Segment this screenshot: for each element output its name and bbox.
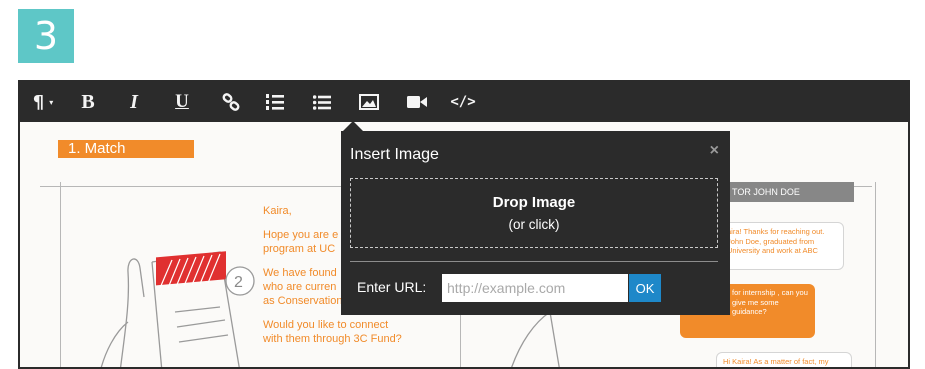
match-tab: 1. Match <box>58 140 194 158</box>
dropzone-subtitle: (or click) <box>508 217 560 232</box>
ok-button[interactable]: OK <box>629 274 661 302</box>
image-url-input[interactable] <box>442 274 628 302</box>
ordered-list-button[interactable] <box>262 82 288 122</box>
link-button[interactable] <box>218 82 244 122</box>
chat-bubble: aira! Thanks for reaching out. John Doe,… <box>720 222 844 270</box>
mentor-chat-header: TOR JOHN DOE <box>718 182 854 202</box>
insert-image-popup: Insert Image × Drop Image (or click) Ent… <box>341 131 730 315</box>
italic-button[interactable]: I <box>121 82 147 122</box>
underline-button[interactable]: U <box>169 82 195 122</box>
letter-line: with them through 3C Fund? <box>263 333 402 345</box>
paragraph-format-dropdown[interactable]: ¶ ▾ <box>26 82 60 122</box>
insert-video-button[interactable] <box>404 82 430 122</box>
url-label: Enter URL: <box>357 279 427 295</box>
phone-sketch-illustration: 2 <box>100 251 255 367</box>
image-icon <box>359 94 379 110</box>
popup-divider <box>350 261 718 262</box>
unordered-list-icon <box>313 94 331 110</box>
dropzone-title: Drop Image <box>492 194 576 211</box>
unordered-list-button[interactable] <box>309 82 335 122</box>
insert-image-button[interactable] <box>356 82 382 122</box>
close-icon[interactable]: × <box>710 142 719 160</box>
letter-line: Would you like to connect <box>263 319 389 331</box>
chevron-down-icon: ▾ <box>49 97 54 107</box>
bold-button[interactable]: B <box>75 82 101 122</box>
sketch-frame-line <box>60 182 61 367</box>
sketch-step-number: 2 <box>234 274 243 291</box>
image-dropzone[interactable]: Drop Image (or click) <box>350 178 718 248</box>
chat-bubble: Hi Kaira! As a matter of fact, my <box>716 352 852 367</box>
editor-toolbar: ¶ ▾ B I U </> <box>20 82 908 122</box>
link-icon <box>222 93 240 111</box>
paragraph-icon: ¶ <box>32 91 45 113</box>
code-view-button[interactable]: </> <box>448 82 478 122</box>
popup-title: Insert Image <box>350 146 439 163</box>
step-number-badge: 3 <box>18 9 74 63</box>
ordered-list-icon <box>266 94 284 110</box>
video-icon <box>407 96 427 108</box>
sketch-frame-line <box>875 182 876 367</box>
